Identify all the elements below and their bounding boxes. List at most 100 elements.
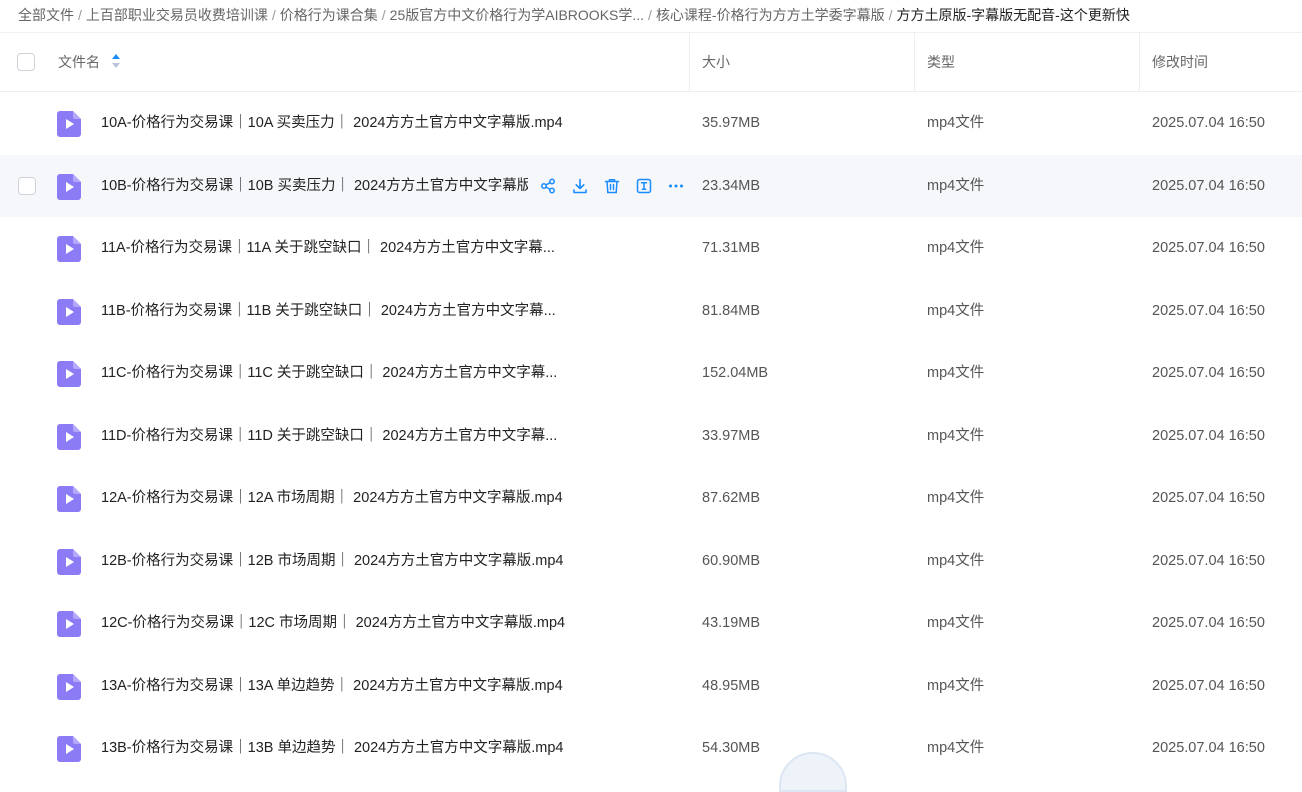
select-all-checkbox[interactable] — [17, 53, 35, 71]
table-row[interactable]: 11B-价格行为交易课｜11B 关于跳空缺口｜ 2024方方土官方中文字幕...… — [0, 280, 1302, 343]
file-name[interactable]: 11D-价格行为交易课｜11D 关于跳空缺口｜ 2024方方土官方中文字幕... — [101, 405, 557, 467]
file-size: 71.31MB — [702, 240, 761, 256]
table-row[interactable]: 10B-价格行为交易课｜10B 买卖压力｜ 2024方方土官方中文字幕版.mp4… — [0, 154, 1302, 217]
row-checkbox[interactable] — [18, 176, 36, 195]
row-actions — [532, 155, 692, 217]
table-row[interactable]: 10A-价格行为交易课｜10A 买卖压力｜ 2024方方土官方中文字幕版.mp4… — [0, 92, 1302, 155]
modified-time: 2025.07.04 16:50 — [1152, 302, 1265, 319]
file-type: mp4文件 — [927, 177, 985, 194]
column-divider — [914, 33, 915, 91]
file-size: 23.34MB — [702, 177, 761, 194]
file-name[interactable]: 11A-价格行为交易课｜11A 关于跳空缺口｜ 2024方方土官方中文字幕... — [101, 217, 555, 279]
rename-icon — [636, 178, 652, 194]
breadcrumb-item-core-course[interactable]: 核心课程-价格行为方方土学委字幕版 — [656, 7, 885, 23]
video-file-icon — [57, 673, 81, 700]
delete-button[interactable] — [596, 175, 628, 197]
column-header-size[interactable]: 大小 — [702, 33, 730, 91]
file-type: mp4文件 — [927, 365, 985, 381]
table-header: 文件名 大小 类型 修改时间 — [0, 32, 1302, 92]
sort-arrows-icon[interactable] — [111, 34, 120, 92]
file-type: mp4文件 — [927, 740, 985, 756]
column-header-modified[interactable]: 修改时间 — [1152, 33, 1208, 91]
modified-time: 2025.07.04 16:50 — [1152, 490, 1265, 506]
modified-time: 2025.07.04 16:50 — [1152, 615, 1265, 631]
video-file-icon — [57, 173, 81, 200]
modified-time: 2025.07.04 16:50 — [1152, 677, 1265, 694]
file-name[interactable]: 11C-价格行为交易课｜11C 关于跳空缺口｜ 2024方方土官方中文字幕... — [101, 342, 557, 404]
modified-time: 2025.07.04 16:50 — [1152, 740, 1265, 756]
breadcrumb-item-all-files[interactable]: 全部文件 — [18, 7, 74, 23]
table-row[interactable]: 11D-价格行为交易课｜11D 关于跳空缺口｜ 2024方方土官方中文字幕...… — [0, 405, 1302, 468]
more-button[interactable] — [660, 175, 692, 197]
column-header-type[interactable]: 类型 — [927, 33, 955, 91]
file-size: 33.97MB — [702, 427, 761, 444]
file-type: mp4文件 — [927, 615, 985, 631]
column-header-name-label: 文件名 — [58, 54, 100, 70]
modified-time: 2025.07.04 16:50 — [1152, 552, 1265, 569]
video-file-icon — [57, 486, 81, 512]
column-header-name[interactable]: 文件名 — [58, 33, 120, 91]
breadcrumb-separator: / — [888, 7, 893, 23]
file-size: 48.95MB — [702, 677, 761, 694]
file-size: 81.84MB — [702, 302, 761, 319]
column-divider — [1139, 33, 1140, 91]
video-file-icon — [57, 111, 81, 137]
breadcrumb-item-25-edition[interactable]: 25版官方中文价格行为学AIBROOKS学... — [390, 7, 644, 23]
breadcrumb-current-folder: 方方土原版-字幕版无配音-这个更新快 — [896, 7, 1130, 23]
file-type: mp4文件 — [927, 552, 985, 569]
file-size: 35.97MB — [702, 115, 761, 131]
table-row[interactable]: 13A-价格行为交易课｜13A 单边趋势｜ 2024方方土官方中文字幕版.mp4… — [0, 655, 1302, 718]
video-file-icon — [57, 736, 81, 762]
file-size: 43.19MB — [702, 615, 761, 631]
file-name[interactable]: 13A-价格行为交易课｜13A 单边趋势｜ 2024方方土官方中文字幕版.mp4 — [101, 655, 563, 717]
table-row[interactable]: 12A-价格行为交易课｜12A 市场周期｜ 2024方方土官方中文字幕版.mp4… — [0, 467, 1302, 530]
video-file-icon — [57, 298, 81, 325]
rename-button[interactable] — [628, 175, 660, 197]
video-file-icon — [57, 548, 81, 575]
table-row[interactable]: 13B-价格行为交易课｜13B 单边趋势｜ 2024方方土官方中文字幕版.mp4… — [0, 717, 1302, 780]
video-file-icon — [57, 236, 81, 262]
breadcrumb: 全部文件 / 上百部职业交易员收费培训课 / 价格行为课合集/25版官方中文价格行为学A… — [0, 0, 1302, 32]
file-size: 54.30MB — [702, 740, 761, 756]
file-type: mp4文件 — [927, 677, 985, 694]
modified-time: 2025.07.04 16:50 — [1152, 365, 1265, 381]
file-name[interactable]: 12C-价格行为交易课｜12C 市场周期｜ 2024方方土官方中文字幕版.mp4 — [101, 592, 565, 654]
file-name[interactable]: 12B-价格行为交易课｜12B 市场周期｜ 2024方方土官方中文字幕版.mp4 — [101, 530, 563, 592]
breadcrumb-separator: / — [381, 7, 386, 23]
table-row[interactable]: 11A-价格行为交易课｜11A 关于跳空缺口｜ 2024方方土官方中文字幕...… — [0, 217, 1302, 280]
table-row[interactable]: 12B-价格行为交易课｜12B 市场周期｜ 2024方方土官方中文字幕版.mp4… — [0, 530, 1302, 593]
file-type: mp4文件 — [927, 115, 985, 131]
file-name[interactable]: 11B-价格行为交易课｜11B 关于跳空缺口｜ 2024方方土官方中文字幕... — [101, 280, 556, 342]
table-row[interactable]: 11C-价格行为交易课｜11C 关于跳空缺口｜ 2024方方土官方中文字幕...… — [0, 342, 1302, 405]
file-type: mp4文件 — [927, 427, 985, 444]
video-file-icon — [57, 423, 81, 450]
download-icon — [572, 178, 588, 194]
file-list: 10A-价格行为交易课｜10A 买卖压力｜ 2024方方土官方中文字幕版.mp4… — [0, 92, 1302, 780]
file-name[interactable]: 10A-价格行为交易课｜10A 买卖压力｜ 2024方方土官方中文字幕版.mp4 — [101, 92, 563, 154]
breadcrumb-separator: / — [78, 7, 82, 23]
file-type: mp4文件 — [927, 490, 985, 506]
breadcrumb-separator: / — [648, 7, 652, 23]
delete-icon — [604, 178, 620, 194]
file-name[interactable]: 10B-价格行为交易课｜10B 买卖压力｜ 2024方方土官方中文字幕版.mp4 — [101, 155, 528, 217]
modified-time: 2025.07.04 16:50 — [1152, 177, 1265, 194]
breadcrumb-item-price-action-collection[interactable]: 价格行为课合集 — [280, 7, 378, 23]
file-name[interactable]: 12A-价格行为交易课｜12A 市场周期｜ 2024方方土官方中文字幕版.mp4 — [101, 467, 563, 529]
share-button[interactable] — [532, 175, 564, 197]
modified-time: 2025.07.04 16:50 — [1152, 240, 1265, 256]
file-size: 152.04MB — [702, 365, 769, 381]
more-icon — [668, 178, 684, 194]
breadcrumb-separator: / — [271, 7, 276, 23]
modified-time: 2025.07.04 16:50 — [1152, 427, 1265, 444]
table-row[interactable]: 12C-价格行为交易课｜12C 市场周期｜ 2024方方土官方中文字幕版.mp4… — [0, 592, 1302, 655]
file-name[interactable]: 13B-价格行为交易课｜13B 单边趋势｜ 2024方方土官方中文字幕版.mp4 — [101, 717, 563, 779]
file-type: mp4文件 — [927, 302, 985, 319]
video-file-icon — [57, 611, 81, 637]
file-size: 60.90MB — [702, 552, 761, 569]
file-type: mp4文件 — [927, 240, 985, 256]
column-divider — [689, 33, 690, 91]
breadcrumb-item-training-courses[interactable]: 上百部职业交易员收费培训课 — [86, 7, 268, 23]
video-file-icon — [57, 361, 81, 387]
file-size: 87.62MB — [702, 490, 761, 506]
download-button[interactable] — [564, 175, 596, 197]
